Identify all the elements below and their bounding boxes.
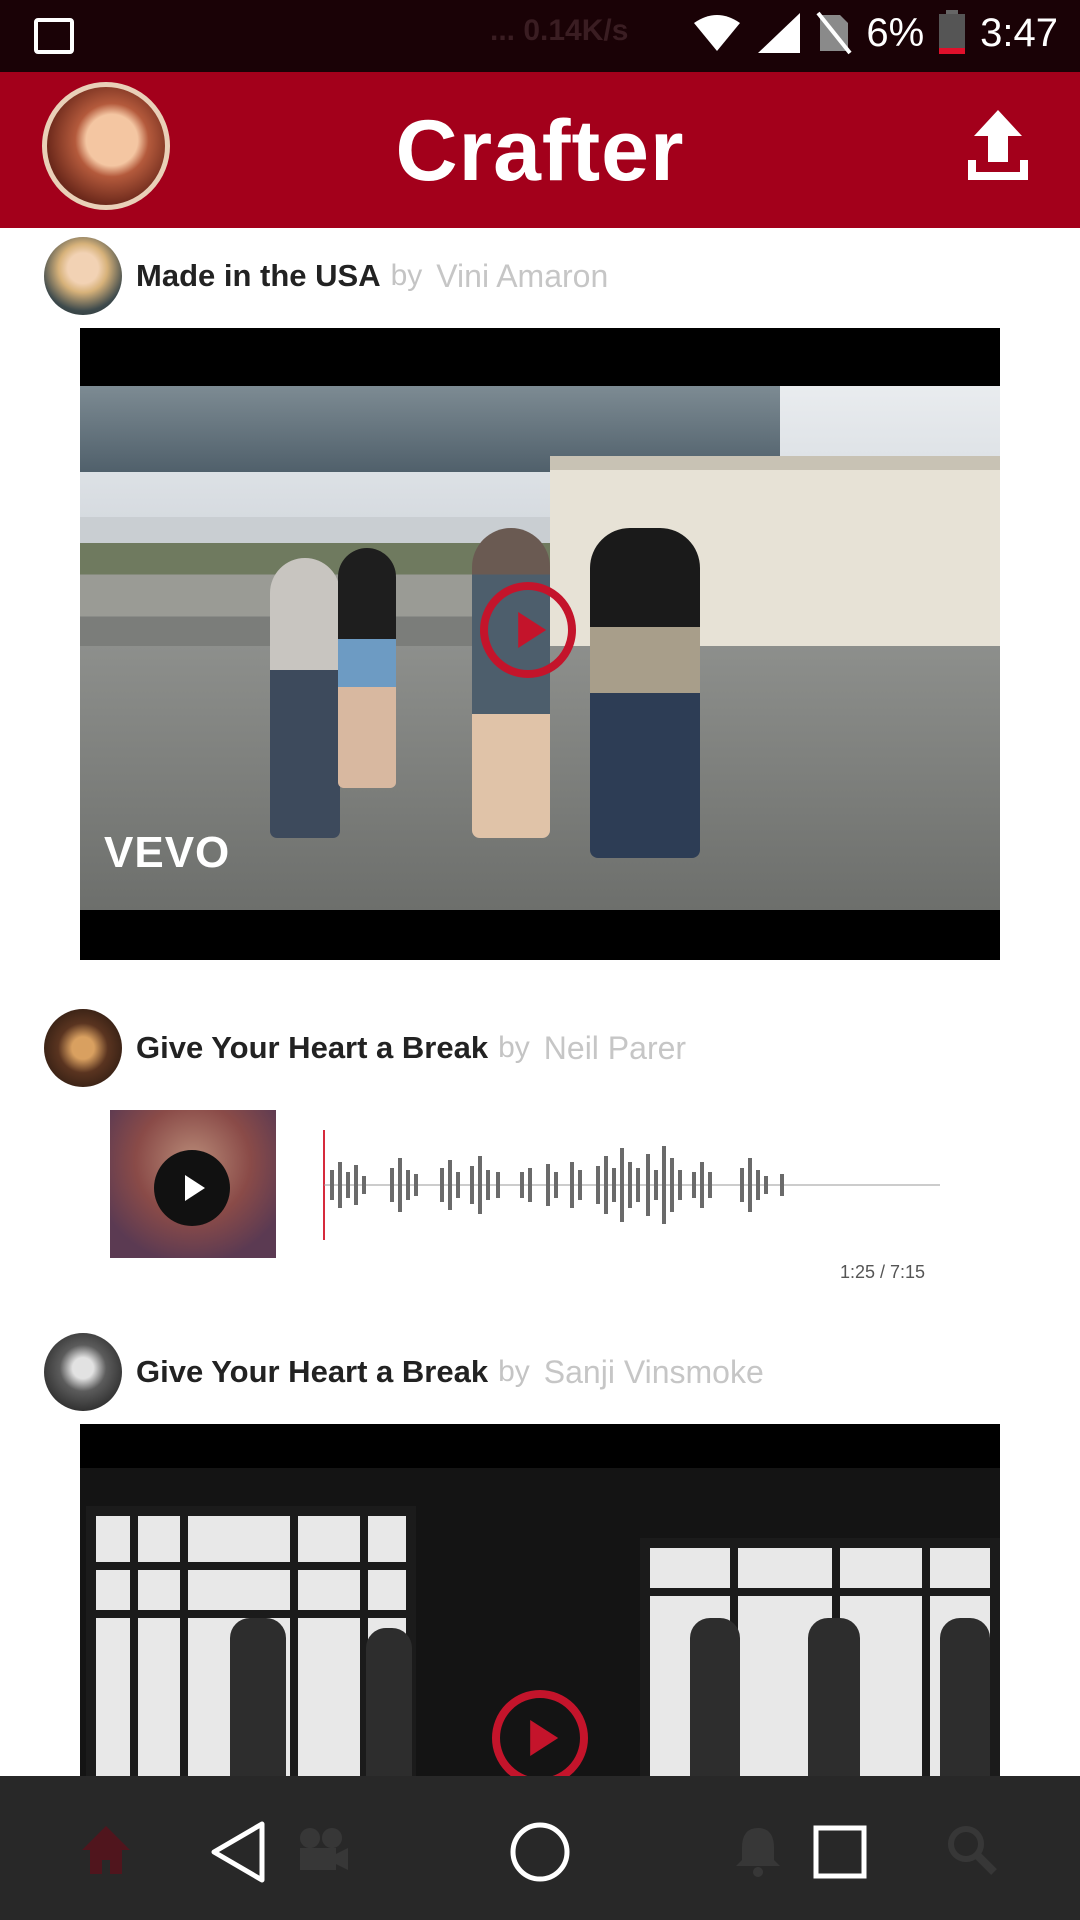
app-bar: Crafter	[0, 72, 1080, 228]
vevo-logo: VEVO	[104, 828, 231, 877]
image-notification-icon	[34, 18, 74, 54]
playback-time: 1:25 / 7:15	[840, 1262, 926, 1282]
window-frame	[130, 1506, 138, 1800]
author-avatar[interactable]	[44, 1009, 122, 1087]
play-icon[interactable]	[480, 582, 576, 678]
bell-icon[interactable]	[730, 1822, 786, 1878]
mannequin-shape	[940, 1618, 990, 1798]
mannequin-shape	[690, 1618, 740, 1798]
post-title[interactable]: Give Your Heart a Break	[136, 1354, 488, 1390]
search-icon[interactable]	[944, 1822, 1000, 1878]
post-header[interactable]: Made in the USA by Vini Amaron	[44, 236, 608, 316]
person-shape	[590, 528, 700, 858]
post-title[interactable]: Give Your Heart a Break	[136, 1030, 488, 1066]
home-tab-icon[interactable]	[78, 1822, 134, 1878]
window-frame	[922, 1538, 930, 1800]
audio-cover[interactable]	[110, 1110, 276, 1258]
no-sim-icon	[816, 11, 852, 55]
post-title[interactable]: Made in the USA	[136, 258, 381, 294]
recents-icon[interactable]	[804, 1816, 876, 1888]
network-speed: ... 0.14K/s	[490, 14, 629, 47]
mannequin-shape	[366, 1628, 412, 1798]
navigation-bar	[0, 1776, 1080, 1920]
app-title: Crafter	[395, 103, 685, 199]
signal-icon	[758, 13, 801, 53]
post-by: by	[498, 1355, 530, 1388]
person-shape	[472, 528, 550, 838]
home-icon[interactable]	[504, 1816, 576, 1888]
post-header[interactable]: Give Your Heart a Break by Sanji Vinsmok…	[44, 1332, 764, 1412]
mannequin-shape	[808, 1618, 860, 1798]
window-frame	[290, 1506, 298, 1800]
author-avatar[interactable]	[44, 237, 122, 315]
window-frame	[86, 1610, 416, 1618]
post-by: by	[390, 259, 423, 292]
play-icon[interactable]	[492, 1690, 588, 1786]
post-author[interactable]: Vini Amaron	[436, 258, 608, 295]
video-player[interactable]: VEVO	[80, 328, 1000, 960]
video-player[interactable]	[80, 1424, 1000, 1800]
person-shape	[270, 558, 340, 838]
battery-icon	[939, 10, 966, 54]
author-avatar[interactable]	[44, 1333, 122, 1411]
window-frame	[180, 1506, 188, 1800]
mannequin-shape	[230, 1618, 286, 1798]
battery-percent: 6%	[866, 10, 925, 55]
post-author[interactable]: Neil Parer	[544, 1030, 686, 1067]
post-header[interactable]: Give Your Heart a Break by Neil Parer	[44, 1008, 686, 1088]
back-icon[interactable]	[204, 1816, 276, 1888]
post-author[interactable]: Sanji Vinsmoke	[544, 1354, 764, 1391]
video-tab-icon[interactable]	[294, 1822, 350, 1878]
play-icon[interactable]	[154, 1150, 230, 1226]
audio-waveform[interactable]	[320, 1110, 940, 1260]
wifi-icon	[694, 15, 741, 51]
window-frame	[86, 1562, 416, 1570]
status-bar: ... 0.14K/s 6% 3:47	[0, 0, 1080, 72]
upload-icon[interactable]	[964, 106, 1032, 186]
clock: 3:47	[980, 10, 1058, 55]
person-shape	[338, 548, 396, 788]
window-frame	[640, 1588, 1000, 1596]
post-by: by	[498, 1031, 530, 1064]
